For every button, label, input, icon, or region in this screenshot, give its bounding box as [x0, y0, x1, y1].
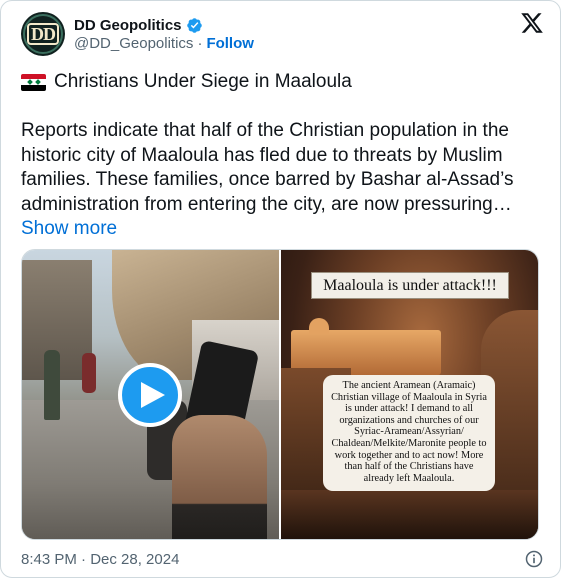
author-info: DD Geopolitics @DD_Geopolitics · Follow	[74, 17, 254, 52]
pedestrian-1	[44, 350, 60, 420]
author-display-name[interactable]: DD Geopolitics	[74, 17, 182, 34]
image-thumbnail[interactable]: Maaloula is under attack!!! The ancient …	[281, 250, 538, 539]
image-caption: The ancient Aramean (Aramaic) Christian …	[323, 375, 495, 491]
verified-badge-icon	[186, 17, 202, 33]
ground	[281, 490, 538, 539]
x-logo-icon[interactable]	[520, 11, 544, 35]
post-title: Christians Under Siege in Maaloula	[54, 71, 352, 92]
author-name-row: DD Geopolitics	[74, 17, 254, 34]
church-dome	[309, 318, 329, 334]
image-banner: Maaloula is under attack!!!	[311, 272, 509, 299]
syria-flag-icon	[21, 73, 46, 91]
author-handle[interactable]: @DD_Geopolitics	[74, 35, 193, 52]
separator-dot: ·	[197, 34, 203, 52]
avatar[interactable]: DD	[21, 12, 65, 56]
play-button[interactable]	[118, 363, 182, 427]
info-icon[interactable]	[524, 549, 544, 569]
play-icon	[140, 382, 165, 408]
post-body-text: Reports indicate that half of the Christ…	[21, 120, 514, 215]
hand	[172, 415, 267, 539]
video-thumbnail[interactable]	[22, 250, 279, 539]
post-timestamp[interactable]: 8:43 PM · Dec 28, 2024	[21, 551, 179, 568]
media-grid: Maaloula is under attack!!! The ancient …	[21, 249, 539, 540]
post-body: Reports indicate that half of the Christ…	[21, 119, 541, 242]
author-sub-row: @DD_Geopolitics · Follow	[74, 35, 254, 52]
follow-button[interactable]: Follow	[206, 35, 254, 52]
avatar-ring	[23, 14, 63, 54]
tweet-footer: 8:43 PM · Dec 28, 2024	[21, 548, 544, 570]
show-more-link[interactable]: Show more	[21, 218, 117, 239]
pedestrian-2	[82, 353, 96, 393]
tweet-card[interactable]: DD DD Geopolitics @DD_Geopolitics · Foll…	[0, 0, 561, 578]
tweet-header: DD DD Geopolitics @DD_Geopolitics · Foll…	[21, 9, 544, 59]
post-title-line: Christians Under Siege in Maaloula	[21, 71, 352, 93]
